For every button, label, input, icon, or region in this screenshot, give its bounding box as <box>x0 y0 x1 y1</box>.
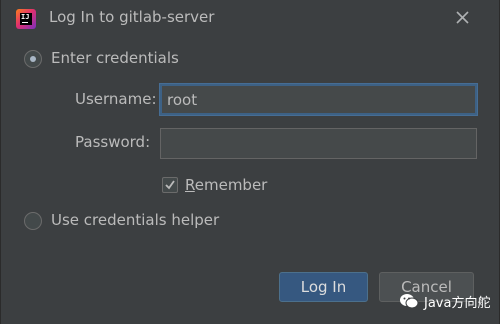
checkmark-icon <box>165 180 175 190</box>
login-dialog: IJ Log In to gitlab-server Enter credent… <box>0 0 500 324</box>
remember-label[interactable]: Remember <box>185 176 267 194</box>
close-button[interactable] <box>451 7 473 29</box>
username-input[interactable] <box>160 84 477 115</box>
intellij-app-icon: IJ <box>16 9 36 29</box>
remember-mnemonic: R <box>185 176 195 194</box>
credentials-helper-label[interactable]: Use credentials helper <box>51 211 219 229</box>
wechat-watermark: Java方向舵 <box>399 288 490 314</box>
dialog-title: Log In to gitlab-server <box>49 8 215 26</box>
watermark-text: Java方向舵 <box>424 295 491 311</box>
remember-checkbox[interactable] <box>162 177 178 193</box>
title-bar: IJ Log In to gitlab-server <box>1 0 500 36</box>
wechat-icon <box>400 294 419 309</box>
password-label: Password: <box>75 133 151 151</box>
enter-credentials-label[interactable]: Enter credentials <box>51 49 179 67</box>
app-icon-letters: IJ <box>21 13 30 21</box>
close-icon <box>456 11 469 24</box>
password-input[interactable] <box>160 128 477 159</box>
username-label: Username: <box>75 90 157 108</box>
credentials-helper-radio[interactable] <box>24 212 42 230</box>
remember-label-rest: emember <box>194 176 268 194</box>
login-button[interactable]: Log In <box>279 272 368 302</box>
enter-credentials-radio[interactable] <box>24 50 42 68</box>
